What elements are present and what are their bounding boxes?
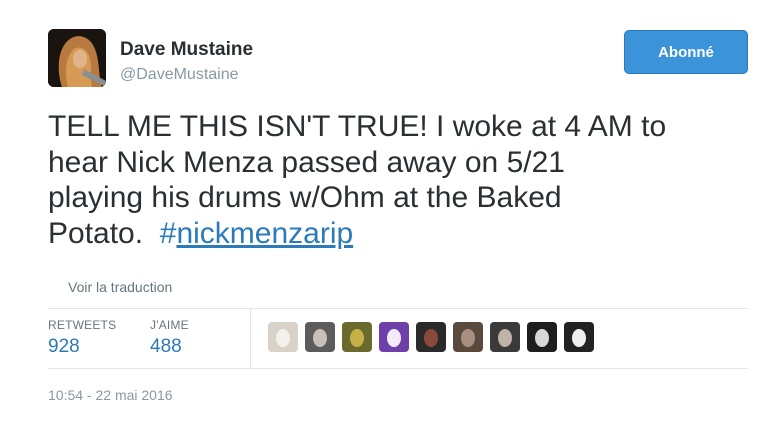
tweet-line: playing his drums w/Ohm at the Baked	[48, 181, 562, 215]
retweets-label: RETWEETS	[48, 318, 117, 332]
kanji-text-avatar[interactable]	[564, 322, 594, 352]
bw-band-avatar[interactable]	[527, 322, 557, 352]
hashtag-symbol: #	[159, 216, 177, 250]
author-screen-name[interactable]: @DaveMustaine	[120, 66, 239, 84]
cartoon-character-avatar[interactable]	[342, 322, 372, 352]
white-dog-avatar[interactable]	[268, 322, 298, 352]
tweet-line-text: Potato.	[48, 216, 160, 250]
tweet-line: TELL ME THIS ISN'T TRUE! I woke at 4 AM …	[48, 110, 667, 143]
retweets-stat[interactable]: RETWEETS 928	[48, 318, 116, 358]
tweet-line: hear Nick Menza passed away on 5/21	[48, 145, 565, 179]
follow-button[interactable]: Abonné	[624, 30, 748, 74]
dark-figure-avatar[interactable]	[416, 322, 446, 352]
likes-stat[interactable]: J'AIME 488	[150, 318, 189, 358]
tweet-text: TELL ME THIS ISN'T TRUE! I woke at 4 AM …	[48, 109, 763, 251]
retweets-count: 928	[48, 336, 80, 357]
author-display-name[interactable]: Dave Mustaine	[120, 39, 253, 61]
likes-count: 488	[150, 336, 182, 357]
translate-link[interactable]: Voir la traduction	[68, 279, 172, 295]
guitarist-avatar[interactable]	[490, 322, 520, 352]
likes-label: J'AIME	[150, 318, 189, 332]
author-avatar[interactable]	[48, 29, 106, 87]
hashtag-text: nickmenzarip	[176, 216, 354, 250]
bearded-man-avatar[interactable]	[305, 322, 335, 352]
hashtag-link[interactable]: #nickmenzarip	[160, 217, 353, 250]
brown-photo-avatar[interactable]	[453, 322, 483, 352]
profile-photo-icon	[48, 29, 106, 87]
tweet-timestamp[interactable]: 10:54 - 22 mai 2016	[48, 387, 173, 403]
tweet-line: Potato. #nickmenzarip	[48, 216, 763, 252]
stats-divider-bottom	[48, 368, 748, 369]
purple-egg-avatar[interactable]	[379, 322, 409, 352]
stats-divider-top	[48, 308, 748, 309]
stats-separator	[250, 309, 251, 368]
liker-avatars	[268, 322, 601, 352]
